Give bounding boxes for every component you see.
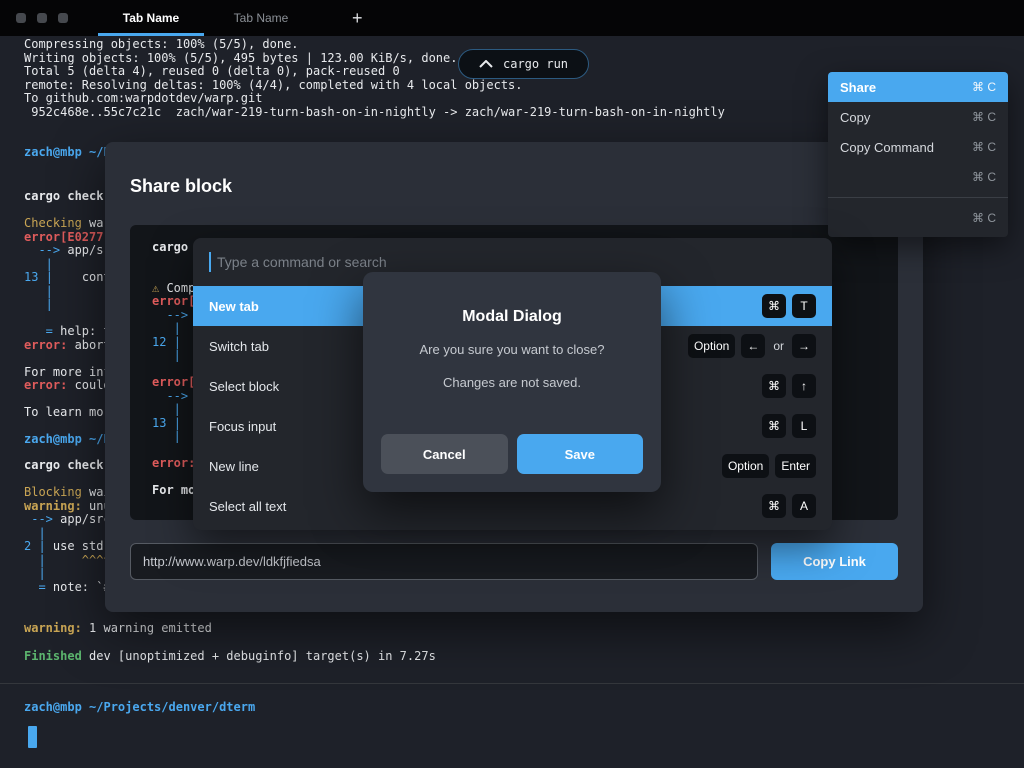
cargo-run-label: cargo run (503, 57, 568, 71)
menu-item-share[interactable]: Share ⌘ C (828, 72, 1008, 102)
keycap: Option (688, 334, 735, 358)
keycap: → (792, 334, 816, 358)
copy-link-button[interactable]: Copy Link (771, 543, 898, 580)
shortcut-keys: Option← or → (688, 334, 816, 358)
dialog-buttons: Cancel Save (381, 434, 643, 474)
text-cursor (209, 252, 211, 272)
tab-1-label: Tab Name (123, 11, 179, 25)
bottom-prompt: zach@mbp ~/Projects/denver/dterm (24, 700, 255, 714)
menu-item-shortcut: ⌘ C (972, 110, 996, 124)
share-modal-title: Share block (130, 176, 232, 197)
share-url-input[interactable] (130, 543, 758, 580)
menu-item-shortcut: ⌘ C (972, 80, 996, 94)
modal-dialog: Modal Dialog Are you sure you want to cl… (363, 272, 661, 492)
terminal-block-finished: Finished dev [unoptimized + debuginfo] t… (24, 650, 436, 664)
menu-item-3[interactable]: ⌘ C (828, 162, 1008, 192)
menu-item-shortcut: ⌘ C (972, 211, 996, 225)
menu-item-label: Copy (840, 110, 870, 125)
menu-item-shortcut: ⌘ C (972, 140, 996, 154)
menu-item-copy-command[interactable]: Copy Command ⌘ C (828, 132, 1008, 162)
shortcut-keys: ⌘A (762, 494, 816, 518)
terminal-line: Writing objects: 100% (5/5), 495 bytes |… (24, 52, 725, 66)
palette-item-label: New tab (209, 299, 259, 314)
palette-item-label: New line (209, 459, 259, 474)
menu-item-4[interactable]: ⌘ C (828, 203, 1008, 233)
save-button[interactable]: Save (517, 434, 644, 474)
menu-item-copy[interactable]: Copy ⌘ C (828, 102, 1008, 132)
warp-terminal-window: Tab Name Tab Name + Compressing objects:… (0, 0, 1024, 768)
keycap: ← (741, 334, 765, 358)
terminal-cursor (28, 726, 37, 748)
shortcut-keys: ⌘T (762, 294, 816, 318)
new-tab-button[interactable]: + (352, 0, 363, 36)
palette-item-label: Select block (209, 379, 279, 394)
shortcut-keys: OptionEnter (722, 454, 816, 478)
terminal-line: To github.com:warpdotdev/warp.git (24, 92, 725, 106)
terminal-line: Compressing objects: 100% (5/5), done. (24, 38, 725, 52)
tab-2-label: Tab Name (234, 11, 289, 25)
terminal-line: Total 5 (delta 4), reused 0 (delta 0), p… (24, 65, 725, 79)
command-search-input[interactable] (217, 254, 816, 270)
keycap: ⌘ (762, 294, 786, 318)
terminal-block-git-output: Compressing objects: 100% (5/5), done.Wr… (24, 38, 725, 119)
palette-item-label: Select all text (209, 499, 286, 514)
terminal-line: warning: 1 warning emitted (24, 622, 212, 636)
terminal-block-warning-emitted: warning: 1 warning emitted (24, 622, 212, 636)
cancel-button[interactable]: Cancel (381, 434, 508, 474)
context-menu: Share ⌘ C Copy ⌘ C Copy Command ⌘ C ⌘ C ⌘ C (828, 72, 1008, 237)
menu-item-shortcut: ⌘ C (972, 170, 996, 184)
keycap: ↑ (792, 374, 816, 398)
keycap: Option (722, 454, 769, 478)
terminal-line: 952c468e..55c7c21c zach/war-219-turn-bas… (24, 106, 725, 120)
chevron-up-icon (479, 60, 493, 68)
shortcut-keys: ⌘L (762, 414, 816, 438)
window-minimize-button[interactable] (37, 13, 47, 23)
keycap: Enter (775, 454, 816, 478)
keycap: T (792, 294, 816, 318)
window-close-button[interactable] (16, 13, 26, 23)
menu-item-label: Copy Command (840, 140, 934, 155)
menu-item-label: Share (840, 80, 876, 95)
key-separator-text: or (773, 339, 784, 353)
keycap: ⌘ (762, 494, 786, 518)
shortcut-keys: ⌘↑ (762, 374, 816, 398)
terminal-divider (0, 683, 1024, 684)
keycap: ⌘ (762, 414, 786, 438)
dialog-message-1: Are you sure you want to close? (363, 342, 661, 357)
window-zoom-button[interactable] (58, 13, 68, 23)
keycap: A (792, 494, 816, 518)
dialog-title: Modal Dialog (363, 308, 661, 326)
keycap: L (792, 414, 816, 438)
tab-1[interactable]: Tab Name (96, 0, 206, 36)
dialog-message-2: Changes are not saved. (363, 375, 661, 390)
palette-item-label: Focus input (209, 419, 276, 434)
context-menu-items: Share ⌘ C Copy ⌘ C Copy Command ⌘ C ⌘ C ⌘ C (828, 72, 1008, 233)
window-controls (0, 13, 96, 23)
menu-separator (828, 197, 1008, 198)
palette-item-select-all-text[interactable]: Select all text ⌘A (193, 486, 832, 526)
palette-item-label: Switch tab (209, 339, 269, 354)
keycap: ⌘ (762, 374, 786, 398)
titlebar: Tab Name Tab Name + (0, 0, 1024, 36)
terminal-line: remote: Resolving deltas: 100% (4/4), co… (24, 79, 725, 93)
terminal-line: Finished dev [unoptimized + debuginfo] t… (24, 650, 436, 664)
tab-2[interactable]: Tab Name (206, 0, 316, 36)
cargo-run-pill[interactable]: cargo run (458, 49, 589, 79)
